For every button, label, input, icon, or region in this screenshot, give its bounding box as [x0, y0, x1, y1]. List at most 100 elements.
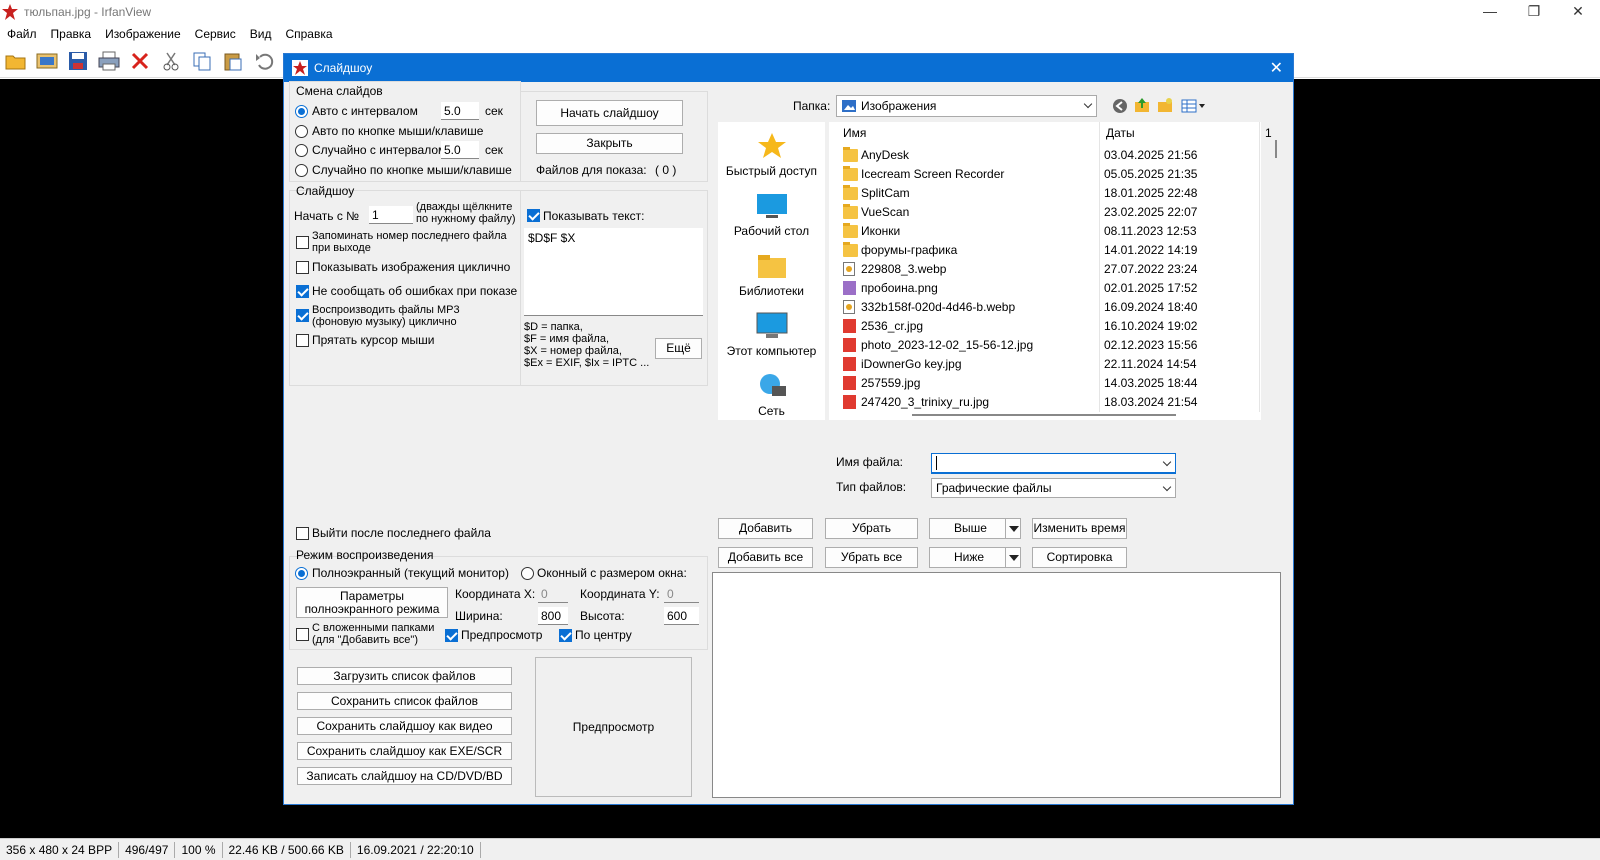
menu-edit[interactable]: Правка: [44, 27, 99, 41]
copy-icon[interactable]: [190, 49, 214, 73]
filetype-combo[interactable]: Графические файлы: [931, 478, 1176, 498]
show-text-field[interactable]: $D$F $X: [524, 228, 703, 316]
filename-input[interactable]: [931, 453, 1176, 474]
loop-checkbox[interactable]: [296, 261, 309, 274]
file-row[interactable]: photo_2023-12-02_15-56-12.jpg 02.12.2023 …: [829, 336, 1261, 355]
place-desktop[interactable]: Рабочий стол: [718, 192, 825, 238]
start-slideshow-button[interactable]: Начать слайдшоу: [536, 100, 683, 126]
close-button[interactable]: Закрыть: [536, 133, 683, 154]
menu-view[interactable]: Вид: [243, 27, 279, 41]
undo-icon[interactable]: [252, 49, 276, 73]
exit-after-last-checkbox[interactable]: [296, 527, 309, 540]
col-name-header[interactable]: Имя: [843, 122, 866, 144]
thumbnails-icon[interactable]: [35, 49, 59, 73]
maximize-button[interactable]: ❐: [1512, 0, 1556, 24]
file-row[interactable]: 332b158f-020d-4d46-b.webp 16.09.2024 18:4…: [829, 298, 1261, 317]
file-row[interactable]: AnyDesk 03.04.2025 21:56: [829, 146, 1261, 165]
remove-button[interactable]: Убрать: [825, 518, 918, 539]
hide-cursor-checkbox[interactable]: [296, 334, 309, 347]
add-all-button[interactable]: Добавить все: [718, 547, 813, 568]
auto-interval-input[interactable]: [441, 102, 479, 120]
random-interval-input[interactable]: [441, 141, 479, 159]
file-row[interactable]: 257559.jpg 14.03.2025 18:44: [829, 374, 1261, 393]
radio-fullscreen[interactable]: [295, 567, 308, 580]
file-row[interactable]: 2536_cr.jpg 16.10.2024 19:02: [829, 317, 1261, 336]
center-checkbox[interactable]: [559, 629, 572, 642]
horizontal-scrollbar-thumb[interactable]: [912, 414, 1176, 416]
file-row[interactable]: iDownerGo key.jpg 22.11.2024 14:54: [829, 355, 1261, 374]
radio-random-mouse[interactable]: [295, 164, 308, 177]
file-row[interactable]: 229808_3.webp 27.07.2022 23:24: [829, 260, 1261, 279]
new-folder-icon[interactable]: [1157, 97, 1173, 113]
change-time-button[interactable]: Изменить время: [1032, 518, 1127, 539]
show-text-legend: $D = папка, $F = имя файла, $X = номер ф…: [524, 321, 650, 369]
fullscreen-params-button[interactable]: Параметры полноэкранного режима: [296, 587, 448, 618]
computer-icon: [756, 312, 788, 340]
radio-random-interval[interactable]: [295, 144, 308, 157]
add-button[interactable]: Добавить: [718, 518, 813, 539]
radio-auto-interval[interactable]: [295, 105, 308, 118]
place-network[interactable]: Сеть: [718, 372, 825, 418]
back-icon[interactable]: [1112, 98, 1128, 114]
minimize-button[interactable]: —: [1468, 0, 1512, 24]
file-row[interactable]: VueScan 23.02.2025 22:07: [829, 203, 1261, 222]
save-exe-button[interactable]: Сохранить слайдшоу как EXE/SCR: [297, 742, 512, 760]
file-row[interactable]: пробоина.png 02.01.2025 17:52: [829, 279, 1261, 298]
load-list-button[interactable]: Загрузить список файлов: [297, 667, 512, 685]
file-row[interactable]: Иконки 08.11.2023 12:53: [829, 222, 1261, 241]
radio-windowed[interactable]: [521, 567, 534, 580]
folder-combo[interactable]: Изображения: [836, 95, 1097, 117]
mp3-checkbox[interactable]: [296, 309, 309, 322]
col-date-header[interactable]: Даты: [1106, 122, 1135, 144]
preview-box: Предпросмотр: [535, 657, 692, 797]
place-quick-access[interactable]: Быстрый доступ: [718, 132, 825, 178]
show-text-checkbox[interactable]: [527, 209, 540, 222]
start-from-label: Начать с №: [294, 209, 360, 223]
vertical-scrollbar-thumb[interactable]: [1275, 140, 1277, 158]
view-menu-icon[interactable]: [1181, 98, 1207, 114]
webp-file-icon: [843, 300, 855, 314]
more-button[interactable]: Ещё: [655, 338, 702, 359]
preview-checkbox[interactable]: [445, 629, 458, 642]
remove-all-button[interactable]: Убрать все: [825, 547, 918, 568]
place-this-pc[interactable]: Этот компьютер: [718, 312, 825, 358]
coord-y-input[interactable]: [664, 585, 699, 603]
sort-button[interactable]: Сортировка: [1032, 547, 1127, 568]
menu-help[interactable]: Справка: [278, 27, 339, 41]
filetype-value: Графические файлы: [936, 481, 1052, 495]
paste-icon[interactable]: [221, 49, 245, 73]
menu-image[interactable]: Изображение: [98, 27, 188, 41]
remember-checkbox[interactable]: [296, 236, 309, 249]
file-list[interactable]: Имя Даты AnyDesk 03.04.2025 21:56 Icecream…: [829, 122, 1261, 420]
file-name: 332b158f-020d-4d46-b.webp: [861, 300, 1016, 314]
save-video-button[interactable]: Сохранить слайдшоу как видео: [297, 717, 512, 735]
print-icon[interactable]: [97, 49, 121, 73]
dialog-close-icon[interactable]: ✕: [1270, 58, 1283, 78]
radio-auto-mouse[interactable]: [295, 125, 308, 138]
jpg-file-icon: [843, 395, 856, 409]
file-row[interactable]: форумы-графика 14.01.2022 14:19: [829, 241, 1261, 260]
height-input[interactable]: [664, 607, 699, 625]
no-errors-checkbox[interactable]: [296, 285, 309, 298]
up-folder-icon[interactable]: [1134, 97, 1150, 113]
down-button[interactable]: Ниже: [929, 547, 1021, 568]
menu-file[interactable]: Файл: [0, 27, 44, 41]
coord-x-input[interactable]: [538, 585, 568, 603]
save-list-button[interactable]: Сохранить список файлов: [297, 692, 512, 710]
save-icon[interactable]: [66, 49, 90, 73]
delete-icon[interactable]: [128, 49, 152, 73]
open-icon[interactable]: [4, 49, 28, 73]
place-libraries[interactable]: Библиотеки: [718, 252, 825, 298]
up-button[interactable]: Выше: [929, 518, 1021, 539]
width-input[interactable]: [538, 607, 568, 625]
file-row[interactable]: 247420_3_trinixy_ru.jpg 18.03.2024 21:54: [829, 393, 1261, 412]
cut-icon[interactable]: [159, 49, 183, 73]
file-row[interactable]: Icecream Screen Recorder 05.05.2025 21:35: [829, 165, 1261, 184]
burn-cd-button[interactable]: Записать слайдшоу на CD/DVD/BD: [297, 767, 512, 785]
start-from-input[interactable]: [369, 206, 413, 224]
slideshow-files-list[interactable]: [712, 572, 1281, 798]
close-window-button[interactable]: ✕: [1556, 0, 1600, 24]
file-row[interactable]: SplitCam 18.01.2025 22:48: [829, 184, 1261, 203]
menu-options[interactable]: Сервис: [188, 27, 243, 41]
subfolders-checkbox[interactable]: [296, 628, 309, 641]
